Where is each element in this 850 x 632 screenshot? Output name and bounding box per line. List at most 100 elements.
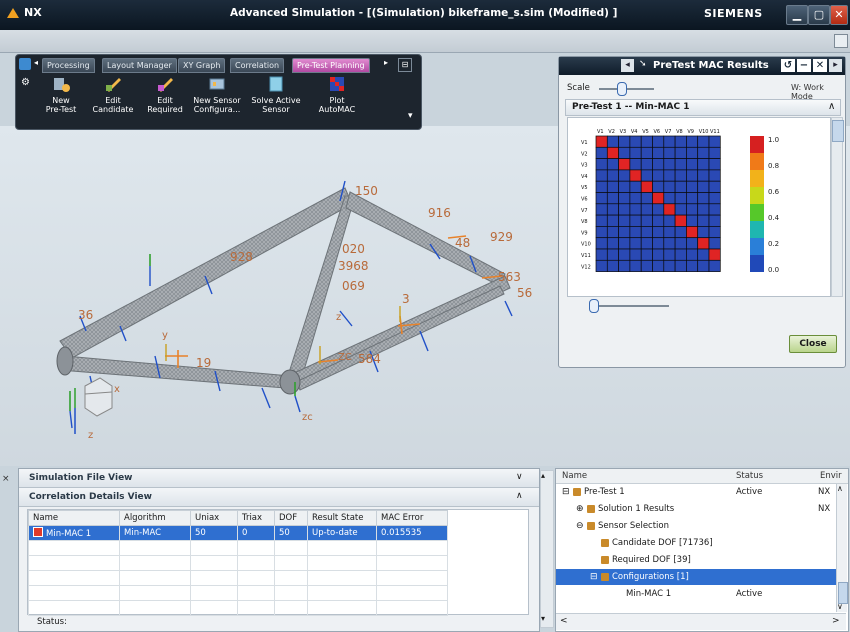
column-header-mac-error[interactable]: MAC Error [376, 510, 448, 526]
close-button[interactable]: Close [789, 335, 837, 353]
chevron-right-icon[interactable]: ▸ [384, 58, 388, 67]
mac-cell [595, 237, 608, 250]
zoom-slider[interactable] [589, 305, 669, 307]
correlation-table-container: Name Algorithm Uniax Triax DOF Result St… [27, 509, 529, 616]
column-header-algorithm[interactable]: Algorithm [119, 510, 191, 526]
mac-cell [606, 158, 619, 171]
tab-layout-manager[interactable]: Layout Manager [102, 58, 177, 73]
table-row[interactable] [28, 540, 448, 556]
tree-row[interactable]: ⊟ Pre-Test 1 Active NX [556, 484, 836, 500]
mac-cell [652, 214, 665, 227]
edit-candidate-button[interactable]: Edit Candidate [88, 75, 138, 125]
tab-xy-graph[interactable]: XY Graph [178, 58, 226, 73]
mac-cell [640, 169, 653, 182]
mac-plot-area: V1 V2 V3 V4 V5 V6 V7 V8 V9 V10 V11 V1 V2 V3 V4 V5 V6 V7 V8… [567, 117, 831, 297]
tree-row[interactable]: ⊖ Sensor Selection [556, 518, 836, 534]
column-header-name[interactable]: Name [28, 510, 120, 526]
scrollbar-thumb[interactable] [838, 582, 848, 604]
navigator-vertical-scrollbar[interactable]: ∧ ∨ [836, 484, 848, 612]
chevron-down-icon[interactable]: ∨ [516, 472, 523, 482]
table-row[interactable] [28, 555, 448, 571]
new-sensor-configuration-button[interactable]: New Sensor Configura... [192, 75, 242, 125]
scroll-down-icon[interactable]: ∨ [837, 602, 843, 611]
reset-icon[interactable]: ↺ [781, 59, 795, 72]
maximize-button[interactable]: ▢ [808, 5, 830, 25]
column-header-triax[interactable]: Triax [237, 510, 275, 526]
table-row[interactable] [28, 585, 448, 601]
tree-expander-icon[interactable]: ⊖ [576, 518, 584, 534]
minimize-dialog-button[interactable]: − [797, 59, 811, 72]
scroll-right-icon[interactable]: > [832, 616, 840, 626]
row-label: V10 [581, 242, 591, 248]
pin-panel-icon[interactable]: × [2, 474, 14, 486]
tree-row[interactable]: Required DOF [39] [556, 552, 836, 568]
column-header-result-state[interactable]: Result State [307, 510, 377, 526]
tree-expander-icon[interactable]: ⊕ [576, 501, 584, 517]
mac-cell [640, 158, 653, 171]
simulation-file-view-header[interactable]: Simulation File View [19, 469, 539, 488]
left-panel-scrollbar[interactable]: ▴ ▾ [540, 470, 554, 628]
column-header-envir[interactable]: Envir [820, 471, 842, 481]
column-header-status[interactable]: Status [736, 471, 763, 481]
tab-correlation[interactable]: Correlation [230, 58, 285, 73]
tree-row[interactable]: ⊟ Configurations [1] [556, 569, 836, 585]
scale-slider-thumb[interactable] [617, 82, 627, 96]
scroll-up-icon[interactable]: ▴ [541, 471, 545, 480]
table-row[interactable] [28, 600, 448, 616]
mac-cell [606, 226, 619, 239]
scroll-down-icon[interactable]: ▾ [541, 614, 545, 623]
tree-expander-icon[interactable]: ⊟ [562, 484, 570, 500]
tree-row[interactable]: Candidate DOF [71736] [556, 535, 836, 551]
chevron-up-icon[interactable]: ∧ [828, 101, 835, 112]
mac-cell [640, 146, 653, 159]
mac-cell [618, 237, 631, 250]
result-selector[interactable]: Pre-Test 1 -- Min-MAC 1 ∧ [565, 99, 841, 116]
dialog-header: ◂ ➘ PreTest MAC Results ↺ − ✕ ▸ [559, 57, 845, 75]
column-header-uniax[interactable]: Uniax [190, 510, 238, 526]
tree-expander-icon[interactable]: ⊟ [590, 569, 598, 585]
dialog-back-icon[interactable]: ◂ [621, 59, 634, 72]
edit-required-button[interactable]: Edit Required [140, 75, 190, 125]
close-dialog-icon[interactable]: ✕ [813, 59, 827, 72]
more-tools-icon[interactable]: ▾ [408, 111, 413, 121]
mac-cell [595, 158, 608, 171]
solve-active-sensor-button[interactable]: Solve Active Sensor [248, 75, 304, 125]
ribbon-app-icon[interactable] [19, 58, 31, 70]
scroll-left-icon[interactable]: < [560, 616, 568, 626]
dialog-forward-icon[interactable]: ▸ [829, 59, 842, 72]
tab-pre-test-planning[interactable]: Pre-Test Planning [292, 58, 370, 73]
table-row[interactable]: Min-MAC 1 Min-MAC 50 0 50 Up-to-date 0.0… [28, 525, 448, 541]
scrollbar-thumb[interactable] [832, 120, 844, 142]
new-pretest-button[interactable]: New Pre-Test [36, 75, 86, 125]
table-row[interactable] [28, 570, 448, 586]
column-header-name[interactable]: Name [562, 471, 587, 481]
column-header-dof[interactable]: DOF [274, 510, 308, 526]
tree-row-label: Solution 1 Results [598, 504, 675, 514]
chevron-left-icon[interactable]: ◂ [34, 58, 38, 67]
tree-row[interactable]: ⊕ Solution 1 Results NX [556, 501, 836, 517]
legend-tick-label: 0.6 [768, 188, 780, 196]
node-label: 3968 [338, 259, 369, 273]
plot-automac-button[interactable]: Plot AutoMAC [312, 75, 362, 125]
navigator-tree-panel: Name Status Envir ⊟ Pre-Test 1 Active NX ⊕ So… [555, 468, 849, 632]
gear-icon[interactable]: ⚙ [21, 77, 30, 88]
mac-cell [595, 180, 608, 193]
checkbox-icon[interactable] [33, 527, 43, 537]
correlation-details-view-header[interactable]: Correlation Details View [19, 488, 539, 507]
row-label: V7 [581, 208, 588, 214]
minimize-button[interactable]: ▁ [786, 5, 808, 25]
node-label: 020 [342, 242, 365, 256]
chevron-up-icon[interactable]: ∧ [516, 491, 523, 501]
scroll-up-icon[interactable]: ∧ [837, 484, 843, 493]
navigator-horizontal-scrollbar[interactable]: < > [556, 613, 846, 630]
close-window-button[interactable]: ✕ [830, 5, 848, 25]
menu-grid-icon[interactable] [834, 34, 848, 48]
ribbon-options-icon[interactable]: ⊟ [398, 58, 412, 72]
tree-row[interactable]: Min-MAC 1 Active [556, 586, 836, 602]
vertical-scrollbar[interactable] [831, 117, 844, 297]
mac-cell [708, 169, 721, 182]
node-label: 916 [428, 206, 451, 220]
mac-cell [618, 180, 631, 193]
zoom-slider-thumb[interactable] [589, 299, 599, 313]
tab-processing[interactable]: Processing [42, 58, 95, 73]
